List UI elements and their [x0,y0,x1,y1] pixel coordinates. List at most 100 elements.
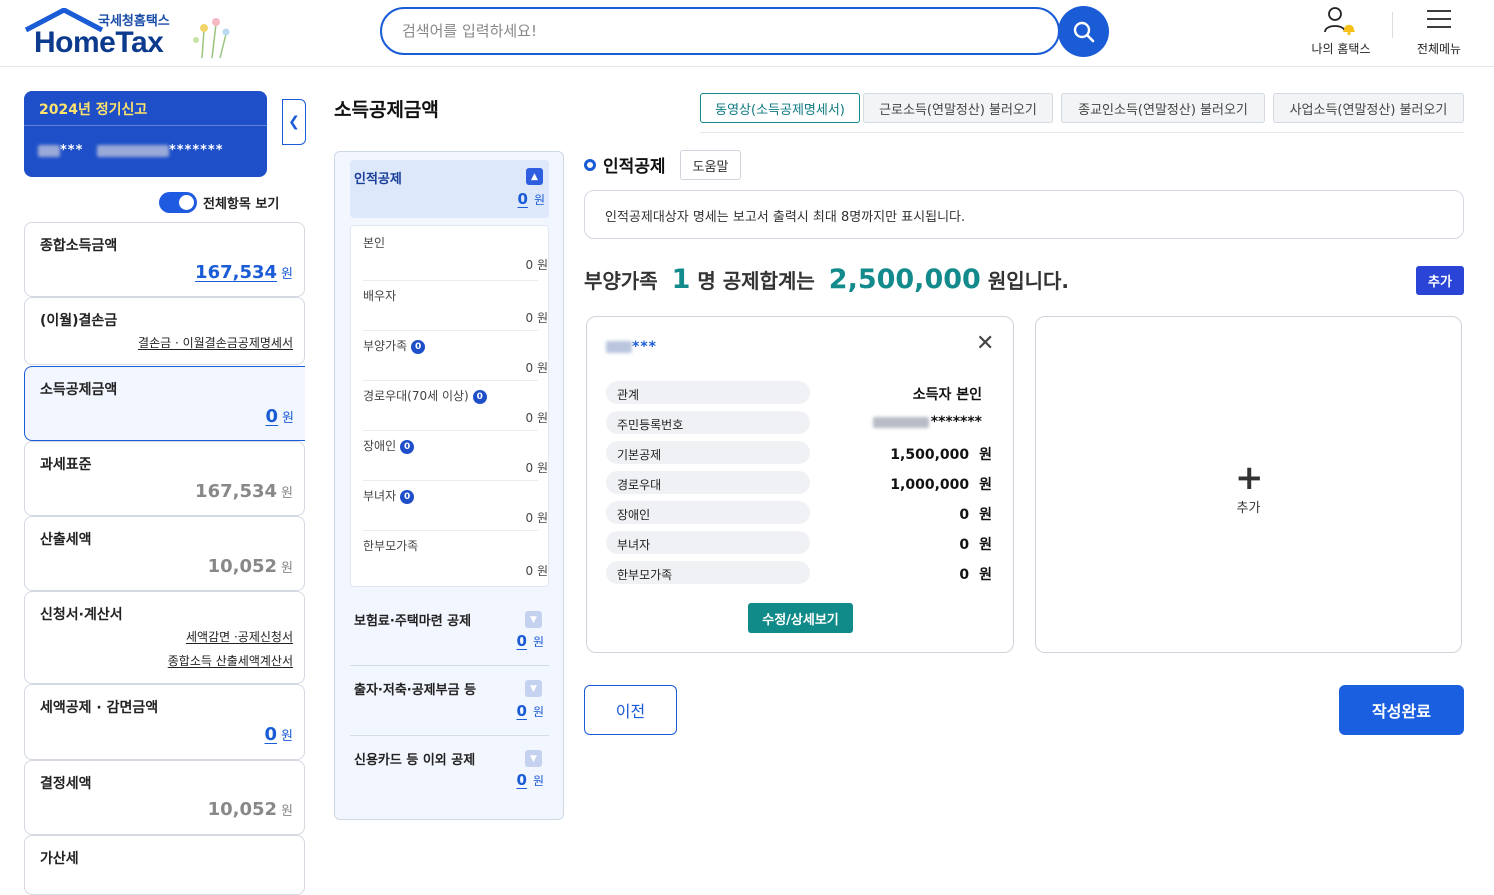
sidebar-item-tax-credit[interactable]: 세액공제 · 감면금액 0원 [24,684,305,760]
sidebar-item-value[interactable]: 167,534 원 [195,262,293,283]
reduction-application-link[interactable]: 세액감면 ·공제신청서 [186,628,293,645]
all-menu-button[interactable]: 전체메뉴 [1404,6,1474,62]
chevron-left-icon: ❮ [288,114,300,130]
sidebar-item-determined-tax[interactable]: 결정세액 10,052 원 [24,760,305,835]
detail-row: 경로우대 1,000,000 원 [606,471,992,494]
chevron-down-icon[interactable]: ▼ [525,680,542,697]
sidebar-collapse-button[interactable]: ❮ [282,99,306,145]
row-label: 장애인 [606,501,810,524]
show-all-toggle-row[interactable]: 전체항목 보기 [159,191,279,213]
sidebar-item-loss-carryover[interactable]: (이월)결손금 결손금 · 이월결손금공제명세서 [24,297,305,365]
deduction-summary: 부양가족 1 명 공제합계는 2,500,000 원입니다. [584,264,1069,300]
detail-row: 부녀자 0원 [606,531,992,554]
sidebar-item-penalty-tax[interactable]: 가산세 [24,835,305,895]
sub-item-label: 장애인 0 [363,437,415,454]
previous-button[interactable]: 이전 [584,685,677,735]
show-all-label: 전체항목 보기 [203,196,280,212]
user-info: *** ******* [38,143,224,158]
hometax-logo[interactable]: 국세청홈택스 HomeTax [22,6,242,62]
list-item[interactable]: 배우자 0 원 [363,281,548,331]
notice-box: 인적공제대상자 명세는 보고서 출력시 최대 8명까지만 표시됩니다. [584,190,1464,239]
sub-item-amount: 0 원 [525,564,549,578]
row-value: 1,000,000 원 [890,477,992,493]
sidebar-item-value[interactable]: 0원 [266,406,295,427]
sidebar-item-calculated-tax[interactable]: 산출세액 10,052 원 [24,516,305,591]
sub-item-label: 한부모가족 [363,539,419,553]
count-badge: 0 [400,490,415,504]
row-label: 부녀자 [606,531,810,554]
search-input[interactable] [402,22,1002,40]
divider [700,132,1464,133]
close-icon[interactable]: ✕ [976,331,994,356]
row-label: 한부모가족 [606,561,810,584]
page-title: 소득공제금액 [334,99,439,121]
deduction-category-panel: 인적공제 ▲ 0원 본인 0 원 배우자 0 원 부양가족 0 0 원 경로우대(… [334,151,564,820]
category-value[interactable]: 0원 [517,702,544,720]
divider [24,125,267,126]
sidebar-item-label: 산출세액 [40,532,92,548]
divider [350,735,549,736]
video-guide-button[interactable]: 동영상(소득공제명세서) [700,93,860,123]
category-label: 출자·저축·공제부금 등 [354,683,477,698]
sidebar-item-label: 종합소득금액 [40,238,118,254]
count-badge: 0 [472,390,487,404]
show-all-toggle[interactable] [159,191,197,213]
list-item[interactable]: 부양가족 0 0 원 [363,331,548,381]
sidebar-item-applications[interactable]: 신청서·계산서 세액감면 ·공제신청서 종합소득 산출세액계산서 [24,591,305,684]
dependent-count: 1 [671,264,691,295]
row-value: 0원 [959,507,992,523]
add-dependent-button[interactable]: 추가 [1416,266,1464,295]
list-item[interactable]: 부녀자 0 0 원 [363,481,548,531]
list-item[interactable]: 한부모가족 0 원 [363,531,548,583]
loss-statement-link[interactable]: 결손금 · 이월결손금공제명세서 [138,334,293,351]
sub-item-label: 부녀자 0 [363,487,415,504]
my-hometax-button[interactable]: 나의 홈택스 [1300,6,1382,62]
load-business-income-button[interactable]: 사업소득(연말정산) 불러오기 [1273,93,1464,123]
header: 국세청홈택스 HomeTax 나의 홈택스 전체메뉴 [0,0,1494,67]
sidebar-item-tax-base[interactable]: 과세표준 167,534 원 [24,441,305,516]
chevron-down-icon[interactable]: ▼ [525,750,542,767]
logo-title: HomeTax [34,26,164,59]
sidebar-item-value: 10,052 원 [207,799,293,820]
list-item[interactable]: 장애인 0 0 원 [363,431,548,481]
list-item[interactable]: 본인 0 원 [363,228,548,281]
sidebar-item-label: 과세표준 [40,457,92,473]
add-dependent-card[interactable]: + 추가 [1035,316,1462,653]
category-label: 인적공제 [354,172,402,187]
category-value[interactable]: 0원 [518,190,545,208]
personal-sub-list: 본인 0 원 배우자 0 원 부양가족 0 0 원 경로우대(70세 이상) 0 0… [350,225,549,587]
load-religious-income-button[interactable]: 종교인소득(연말정산) 불러오기 [1061,93,1265,123]
sub-item-label: 부양가족 0 [363,337,426,354]
search-icon [1073,21,1094,42]
complete-button[interactable]: 작성완료 [1339,685,1464,735]
help-button[interactable]: 도움말 [680,150,741,180]
search-button[interactable] [1058,6,1109,57]
sidebar-item-value[interactable]: 0원 [265,724,294,745]
load-earned-income-button[interactable]: 근로소득(연말정산) 불러오기 [863,93,1053,123]
category-personal[interactable]: 인적공제 ▲ 0원 [350,160,549,218]
chevron-down-icon[interactable]: ▼ [525,611,542,628]
category-value[interactable]: 0원 [517,771,544,789]
user-name-mask: *** [60,143,84,158]
search-box[interactable] [380,7,1060,55]
section-title: 인적공제 [584,152,666,177]
tax-calculation-link[interactable]: 종합소득 산출세액계산서 [168,652,293,669]
count-badge: 0 [411,340,426,354]
edit-detail-button[interactable]: 수정/상세보기 [748,603,853,633]
bullet-ring-icon [584,158,596,171]
dependent-name: *** [606,339,657,355]
chevron-up-icon[interactable]: ▲ [526,168,543,185]
sidebar-item-label: 소득공제금액 [40,382,118,398]
masked-name [606,341,632,353]
category-value[interactable]: 0원 [517,632,544,650]
sidebar-item-total-income[interactable]: 종합소득금액 167,534 원 [24,222,305,297]
category-label: 신용카드 등 이외 공제 [354,753,476,768]
sidebar-item-income-deduction[interactable]: 소득공제금액 0원 [24,366,305,441]
row-value: 0원 [959,567,992,583]
sub-item-amount: 0 원 [525,511,549,525]
summary-middle: 명 공제합계는 [697,269,815,293]
sub-item-label: 배우자 [363,289,397,303]
flower-icon [193,18,230,59]
list-item[interactable]: 경로우대(70세 이상) 0 0 원 [363,381,548,431]
masked-id [872,416,929,428]
